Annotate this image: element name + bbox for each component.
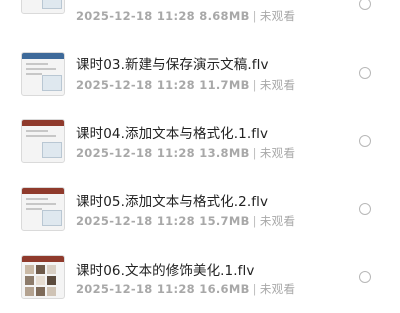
file-meta: 2025-12-18 11:28 11.7MB | 未观看 [76,77,295,93]
file-title: 课时05.添加文本与格式化.2.flv [76,194,269,210]
meta-separator: | [252,78,257,92]
list-item[interactable]: 2025-12-18 11:28 8.68MB | 未观看 [0,0,400,28]
watch-status: 未观看 [259,9,296,23]
select-radio[interactable] [359,135,371,147]
list-item[interactable]: 课时03.新建与保存演示文稿.flv 2025-12-18 11:28 11.7… [0,40,400,108]
select-radio[interactable] [359,271,371,283]
list-item[interactable]: 课时04.添加文本与格式化.1.flv 2025-12-18 11:28 13.… [0,108,400,176]
file-meta: 2025-12-18 11:28 16.6MB | 未观看 [76,281,295,297]
select-radio[interactable] [359,203,371,215]
watch-status: 未观看 [259,146,296,160]
video-thumbnail [21,0,65,14]
watch-status: 未观看 [259,282,296,296]
file-title: 课时04.添加文本与格式化.1.flv [76,126,269,142]
file-date: 2025-12-18 11:28 [76,146,195,160]
file-meta: 2025-12-18 11:28 8.68MB | 未观看 [76,8,295,24]
file-date: 2025-12-18 11:28 [76,214,195,228]
select-radio[interactable] [359,67,371,79]
file-date: 2025-12-18 11:28 [76,78,195,92]
video-thumbnail [21,255,65,299]
list-item[interactable]: 课时05.添加文本与格式化.2.flv 2025-12-18 11:28 15.… [0,176,400,244]
file-meta: 2025-12-18 11:28 13.8MB | 未观看 [76,145,295,161]
file-size: 11.7MB [199,78,250,92]
watch-status: 未观看 [259,214,296,228]
file-date: 2025-12-18 11:28 [76,282,195,296]
meta-separator: | [252,146,257,160]
meta-separator: | [252,9,257,23]
file-title: 课时03.新建与保存演示文稿.flv [76,57,269,73]
select-radio[interactable] [359,0,371,10]
video-thumbnail [21,52,65,96]
video-thumbnail [21,119,65,163]
file-title: 课时06.文本的修饰美化.1.flv [76,263,255,279]
file-size: 13.8MB [199,146,250,160]
meta-separator: | [252,282,257,296]
watch-status: 未观看 [259,78,296,92]
file-date: 2025-12-18 11:28 [76,9,195,23]
file-size: 16.6MB [199,282,250,296]
file-size: 15.7MB [199,214,250,228]
file-meta: 2025-12-18 11:28 15.7MB | 未观看 [76,213,295,229]
list-item[interactable]: 课时06.文本的修饰美化.1.flv 2025-12-18 11:28 16.6… [0,245,400,313]
file-size: 8.68MB [199,9,250,23]
meta-separator: | [252,214,257,228]
video-thumbnail [21,187,65,231]
